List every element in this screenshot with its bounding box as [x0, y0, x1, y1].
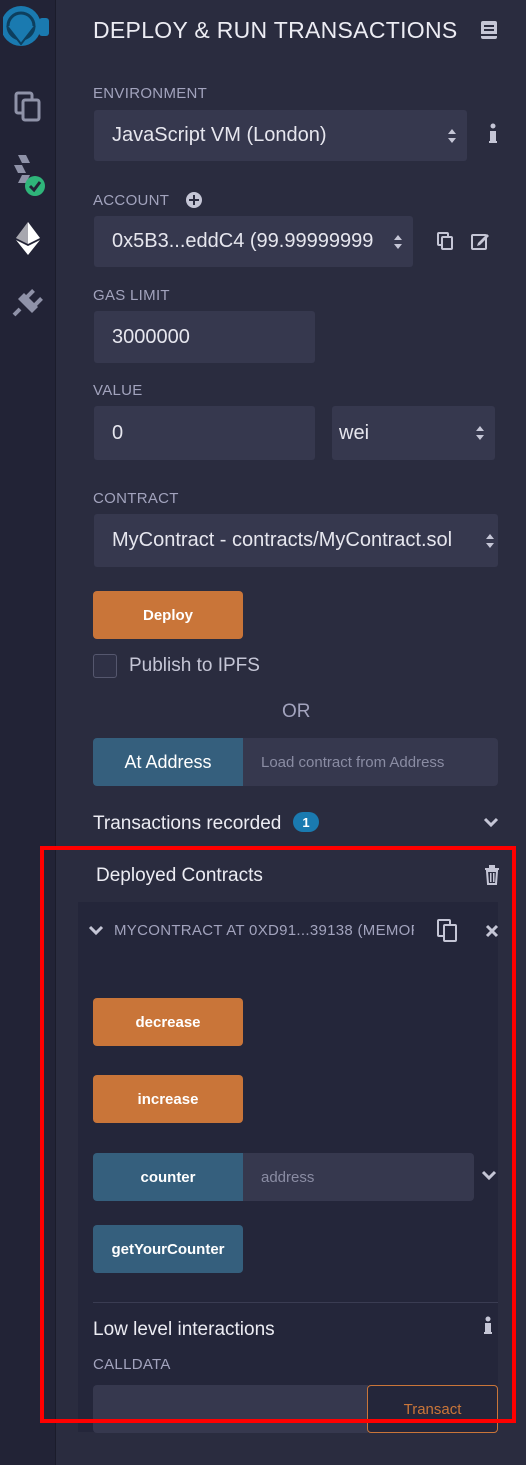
environment-value: JavaScript VM (London)	[112, 124, 327, 146]
environment-label: ENVIRONMENT	[93, 85, 208, 102]
value-unit-select[interactable]: wei	[332, 406, 495, 460]
account-value: 0x5B3...eddC4 (99.99999999	[112, 230, 374, 252]
increase-button[interactable]: increase	[93, 1075, 243, 1123]
solidity-compiler-icon[interactable]	[0, 150, 56, 200]
counter-button[interactable]: counter	[93, 1153, 243, 1201]
select-arrows-icon	[486, 533, 494, 548]
chevron-down-icon[interactable]	[481, 1169, 497, 1187]
value-unit: wei	[339, 421, 370, 444]
copy-account-icon[interactable]	[436, 231, 454, 256]
transactions-recorded-label[interactable]: Transactions recorded	[93, 813, 281, 835]
environment-info-icon[interactable]	[488, 123, 498, 150]
publish-ipfs-checkbox[interactable]	[93, 654, 117, 678]
remix-logo-icon[interactable]	[0, 0, 56, 58]
counter-address-input[interactable]: address	[243, 1153, 474, 1201]
load-address-placeholder: Load contract from Address	[261, 753, 445, 771]
publish-ipfs-label: Publish to IPFS	[129, 655, 260, 676]
copy-address-icon[interactable]	[436, 918, 458, 949]
file-explorer-icon[interactable]	[0, 84, 56, 128]
deploy-run-icon[interactable]	[0, 216, 56, 260]
trash-icon[interactable]	[484, 865, 500, 890]
deployed-contract-instance: MYCONTRACT AT 0XD91...39138 (MEMORY) dec…	[78, 902, 499, 1433]
contract-value: MyContract - contracts/MyContract.sol	[112, 529, 453, 551]
calldata-input[interactable]	[93, 1385, 368, 1433]
panel-title: DEPLOY & RUN TRANSACTIONS	[93, 17, 458, 43]
decrease-button[interactable]: decrease	[93, 998, 243, 1046]
counter-address-placeholder: address	[261, 1168, 315, 1186]
deploy-run-panel: DEPLOY & RUN TRANSACTIONS ENVIRONMENT Ja…	[56, 0, 526, 1465]
chevron-down-icon[interactable]	[483, 816, 499, 834]
transactions-count-badge: 1	[293, 812, 319, 832]
contract-select[interactable]: MyContract - contracts/MyContract.sol	[94, 514, 498, 567]
gas-limit-value: 3000000	[112, 325, 190, 348]
calldata-label: CALLDATA	[93, 1356, 171, 1373]
divider	[93, 1302, 498, 1303]
or-separator: OR	[282, 701, 311, 722]
contract-label: CONTRACT	[93, 490, 179, 507]
account-label: ACCOUNT	[93, 192, 170, 209]
at-address-button[interactable]: At Address	[93, 738, 243, 786]
transact-button[interactable]: Transact	[367, 1385, 498, 1433]
close-icon[interactable]	[485, 924, 499, 943]
select-arrows-icon	[394, 234, 402, 249]
gas-limit-input[interactable]: 3000000	[94, 311, 315, 363]
documentation-icon[interactable]	[480, 20, 498, 45]
low-level-title: Low level interactions	[93, 1319, 275, 1340]
add-account-icon[interactable]	[185, 191, 203, 214]
select-arrows-icon	[448, 128, 456, 143]
deployed-contracts-title: Deployed Contracts	[96, 865, 263, 886]
environment-select[interactable]: JavaScript VM (London)	[94, 110, 467, 161]
load-address-input[interactable]: Load contract from Address	[243, 738, 498, 786]
value-label: VALUE	[93, 382, 143, 399]
select-arrows-icon	[476, 426, 484, 440]
gas-limit-label: GAS LIMIT	[93, 287, 170, 304]
contract-instance-label[interactable]: MYCONTRACT AT 0XD91...39138 (MEMORY)	[114, 922, 414, 939]
plugin-manager-icon[interactable]	[0, 280, 56, 326]
account-select[interactable]: 0x5B3...eddC4 (99.99999999	[94, 216, 413, 267]
value-input[interactable]: 0	[94, 406, 315, 460]
info-icon[interactable]	[483, 1316, 493, 1341]
deploy-button[interactable]: Deploy	[93, 591, 243, 639]
edit-account-icon[interactable]	[470, 231, 490, 256]
icon-sidebar	[0, 0, 56, 1465]
chevron-down-icon[interactable]	[88, 924, 104, 942]
get-your-counter-button[interactable]: getYourCounter	[93, 1225, 243, 1273]
value-amount: 0	[112, 421, 124, 444]
